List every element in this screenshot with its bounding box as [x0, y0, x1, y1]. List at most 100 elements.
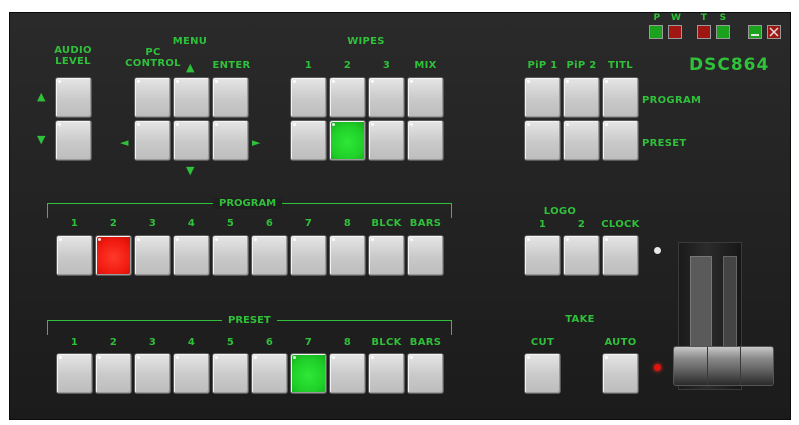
take-label: TAKE	[565, 314, 595, 325]
pip2-label: PiP 2	[566, 60, 597, 71]
menu-down-arrow-icon: ▼	[186, 164, 195, 177]
audio-down-arrow-icon: ▼	[37, 133, 46, 146]
tbar-bottom-indicator	[654, 364, 661, 371]
preset-label-7: 7	[304, 337, 313, 348]
titl-program-button[interactable]	[602, 77, 639, 118]
status-led-t	[697, 25, 711, 39]
program-1-button[interactable]	[56, 235, 93, 276]
program-7-button[interactable]	[290, 235, 327, 276]
pc-control-label: PC CONTROL	[125, 47, 181, 69]
preset-5-button[interactable]	[212, 353, 249, 394]
wipe-2-button-active[interactable]	[329, 120, 366, 161]
clock-button[interactable]	[602, 235, 639, 276]
program-section-label: PROGRAM	[213, 198, 283, 209]
status-label-p: P	[653, 13, 661, 23]
wipe-3-top-button[interactable]	[368, 77, 405, 118]
program-5-button[interactable]	[212, 235, 249, 276]
wipes-label: WIPES	[347, 36, 385, 47]
menu-right-button[interactable]	[212, 120, 249, 161]
pip2-preset-button[interactable]	[563, 120, 600, 161]
status-label-t: T	[700, 13, 708, 23]
audio-level-label: AUDIO LEVEL	[54, 45, 92, 67]
preset-label-blck: BLCK	[371, 337, 402, 348]
brand-label: DSC864	[689, 55, 770, 75]
program-2-button-active[interactable]	[95, 235, 132, 276]
menu-left-button[interactable]	[134, 120, 171, 161]
preset-3-button[interactable]	[134, 353, 171, 394]
program-label-bars: BARS	[409, 218, 442, 229]
pip1-preset-button[interactable]	[524, 120, 561, 161]
wipe-label-3: 3	[382, 60, 391, 71]
enter-button[interactable]	[212, 77, 249, 118]
logo-label-2: 2	[577, 219, 586, 230]
audio-down-button[interactable]	[55, 120, 92, 161]
minimize-icon[interactable]	[748, 25, 762, 39]
preset-8-button[interactable]	[329, 353, 366, 394]
wipe-1-button[interactable]	[290, 120, 327, 161]
tbar-top-indicator	[654, 247, 661, 254]
preset-label-2: 2	[109, 337, 118, 348]
status-label-s: S	[719, 13, 727, 23]
preset-label-bars: BARS	[409, 337, 442, 348]
auto-label: AUTO	[604, 337, 637, 348]
preset-1-button[interactable]	[56, 353, 93, 394]
status-led-w	[668, 25, 682, 39]
logo-label: LOGO	[543, 206, 577, 217]
program-label-blck: BLCK	[371, 218, 402, 229]
program-8-button[interactable]	[329, 235, 366, 276]
audio-up-arrow-icon: ▲	[37, 90, 46, 103]
status-label-w: W	[671, 13, 682, 23]
enter-label: ENTER	[212, 60, 251, 71]
preset-section-label: PRESET	[222, 315, 277, 326]
tbar-handle[interactable]	[673, 346, 774, 386]
pip1-program-button[interactable]	[524, 77, 561, 118]
titl-preset-button[interactable]	[602, 120, 639, 161]
program-bars-button[interactable]	[407, 235, 444, 276]
program-3-button[interactable]	[134, 235, 171, 276]
preset-blck-button[interactable]	[368, 353, 405, 394]
program-label-4: 4	[187, 218, 196, 229]
wipe-2-top-button[interactable]	[329, 77, 366, 118]
program-label-7: 7	[304, 218, 313, 229]
clock-label: CLOCK	[601, 219, 640, 230]
preset-label-1: 1	[70, 337, 79, 348]
wipe-label-1: 1	[304, 60, 313, 71]
logo-label-1: 1	[538, 219, 547, 230]
program-6-button[interactable]	[251, 235, 288, 276]
program-4-button[interactable]	[173, 235, 210, 276]
preset-4-button[interactable]	[173, 353, 210, 394]
logo-1-button[interactable]	[524, 235, 561, 276]
pip2-program-button[interactable]	[563, 77, 600, 118]
program-label-6: 6	[265, 218, 274, 229]
logo-2-button[interactable]	[563, 235, 600, 276]
program-label-3: 3	[148, 218, 157, 229]
pip-program-row-label: PROGRAM	[642, 95, 702, 106]
preset-bars-button[interactable]	[407, 353, 444, 394]
program-blck-button[interactable]	[368, 235, 405, 276]
menu-up-button[interactable]	[173, 77, 210, 118]
pip1-label: PiP 1	[527, 60, 558, 71]
menu-down-button[interactable]	[173, 120, 210, 161]
pc-control-button[interactable]	[134, 77, 171, 118]
audio-up-button[interactable]	[55, 77, 92, 118]
wipe-mix-top-button[interactable]	[407, 77, 444, 118]
close-icon[interactable]	[767, 25, 781, 39]
preset-2-button[interactable]	[95, 353, 132, 394]
wipe-mix-button[interactable]	[407, 120, 444, 161]
cut-button[interactable]	[524, 353, 561, 394]
status-led-p	[649, 25, 663, 39]
wipe-label-2: 2	[343, 60, 352, 71]
menu-left-arrow-icon: ◄	[120, 136, 129, 149]
cut-label: CUT	[530, 337, 555, 348]
wipe-1-top-button[interactable]	[290, 77, 327, 118]
preset-label-4: 4	[187, 337, 196, 348]
status-led-s	[716, 25, 730, 39]
preset-label-5: 5	[226, 337, 235, 348]
preset-label-3: 3	[148, 337, 157, 348]
auto-button[interactable]	[602, 353, 639, 394]
preset-6-button[interactable]	[251, 353, 288, 394]
wipe-3-button[interactable]	[368, 120, 405, 161]
pip-preset-row-label: PRESET	[642, 138, 687, 149]
preset-7-button-active[interactable]	[290, 353, 327, 394]
preset-label-6: 6	[265, 337, 274, 348]
